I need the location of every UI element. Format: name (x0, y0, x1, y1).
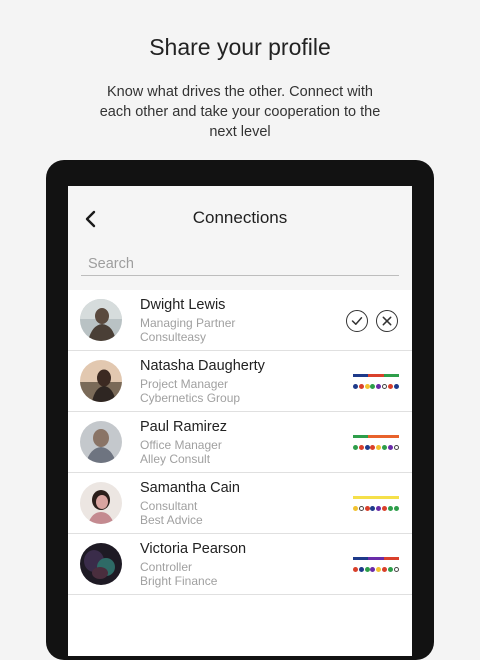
connections-list: Dwight Lewis Managing Partner Consulteas… (68, 290, 412, 595)
color-dot (376, 567, 382, 572)
color-dot (353, 506, 358, 511)
decline-button[interactable] (376, 310, 398, 332)
color-dot (387, 384, 393, 389)
avatar (80, 299, 122, 341)
connection-name: Victoria Pearson (140, 541, 247, 557)
connection-company: Best Advice (140, 513, 203, 527)
color-dot (353, 445, 358, 450)
color-dot (364, 384, 370, 389)
app-header: Connections (68, 186, 412, 290)
color-dot (358, 506, 364, 511)
search-input[interactable] (81, 252, 399, 276)
profile-color-indicator (353, 557, 399, 573)
avatar (80, 360, 122, 402)
color-dot (370, 506, 376, 511)
profile-color-indicator (353, 374, 399, 390)
color-dot (393, 567, 399, 572)
profile-color-indicator (353, 435, 399, 451)
color-dot (370, 445, 376, 450)
color-bar-segment (383, 435, 399, 438)
color-bar-segment (383, 557, 399, 560)
color-dot (370, 567, 376, 572)
color-dot (393, 445, 399, 450)
connection-name: Natasha Daugherty (140, 358, 265, 374)
app-screen: Connections Dwight Lewis Managing Partne… (68, 186, 412, 656)
connection-company: Bright Finance (140, 574, 218, 588)
connection-company: Consulteasy (140, 330, 207, 344)
connection-row[interactable]: Natasha Daugherty Project Manager Cybern… (68, 351, 412, 412)
connection-company: Alley Consult (140, 452, 211, 466)
close-icon (382, 316, 392, 326)
color-bar-segment (353, 435, 369, 438)
color-dot (382, 384, 387, 389)
connection-row[interactable]: Victoria Pearson Controller Bright Finan… (68, 534, 412, 595)
connection-role: Consultant (140, 499, 198, 513)
color-bar-segment (368, 374, 384, 377)
color-dot (364, 445, 370, 450)
color-dot (358, 567, 364, 572)
color-dot (358, 384, 364, 389)
color-dot (353, 567, 358, 572)
color-dot (387, 567, 393, 572)
connection-role: Office Manager (140, 438, 222, 452)
connection-role: Controller (140, 560, 193, 574)
connection-company: Cybernetics Group (140, 391, 241, 405)
color-dot (387, 506, 393, 511)
color-dot (376, 445, 382, 450)
color-dot (382, 567, 387, 572)
color-dot (358, 445, 364, 450)
color-dot (387, 445, 393, 450)
color-dot (353, 384, 358, 389)
connection-role: Managing Partner (140, 316, 236, 330)
color-bar-segment (383, 496, 399, 499)
color-dot (364, 567, 370, 572)
color-bar-segment (353, 557, 369, 560)
color-bar-segment (383, 374, 399, 377)
connection-name: Dwight Lewis (140, 297, 226, 313)
connection-row[interactable]: Samantha Cain Consultant Best Advice (68, 473, 412, 534)
avatar (80, 421, 122, 463)
screen-title: Connections (192, 208, 288, 227)
page-description: Know what drives the other. Connect with… (99, 84, 381, 140)
accept-button[interactable] (346, 310, 368, 332)
color-dot (364, 506, 370, 511)
avatar (80, 543, 122, 585)
connection-name: Samantha Cain (140, 480, 240, 496)
page-headline: Share your profile (149, 34, 331, 60)
connection-name: Paul Ramirez (140, 419, 228, 435)
color-dot (382, 506, 387, 511)
profile-color-indicator (353, 496, 399, 512)
color-bar-segment (368, 435, 384, 438)
color-dot (393, 384, 399, 389)
color-bar-segment (368, 557, 384, 560)
color-bar-segment (368, 496, 384, 499)
color-bar-segment (353, 496, 369, 499)
color-dot (376, 384, 382, 389)
connection-role: Project Manager (140, 377, 229, 391)
check-icon (351, 317, 363, 325)
avatar (80, 482, 122, 524)
color-bar-segment (353, 374, 369, 377)
color-dot (370, 384, 376, 389)
color-dot (393, 506, 399, 511)
color-dot (382, 445, 387, 450)
connection-row[interactable]: Paul Ramirez Office Manager Alley Consul… (68, 412, 412, 473)
color-dot (376, 506, 382, 511)
connection-row[interactable]: Dwight Lewis Managing Partner Consulteas… (68, 290, 412, 351)
